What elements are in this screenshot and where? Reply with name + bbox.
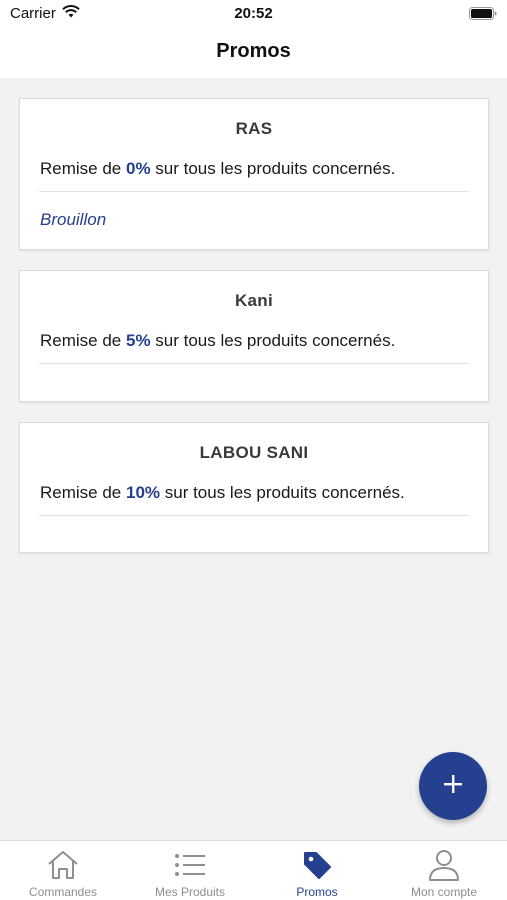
promo-name: RAS: [235, 119, 273, 138]
tab-label: Mon compte: [410, 885, 478, 899]
home-icon: [46, 849, 80, 881]
promo-name: Kani: [234, 291, 274, 310]
promo-percent: 10%: [125, 483, 161, 502]
promo-card[interactable]: RAS Remise de 0% sur tous les produits c…: [19, 98, 489, 250]
top-bar: Carrier 20:52 Promos: [0, 0, 507, 78]
promo-percent: 5%: [125, 331, 151, 350]
promo-desc-prefix: Remise de: [40, 159, 126, 178]
tab-label: Promos: [296, 885, 338, 899]
promo-name: LABOU SANI: [199, 443, 309, 462]
user-icon: [428, 849, 460, 881]
tab-bar: Commandes Mes Produits Promos Mon compte: [0, 840, 507, 900]
promo-desc-prefix: Remise de: [40, 483, 126, 502]
promo-desc-suffix: sur tous les produits concernés.: [150, 159, 396, 178]
promo-status: Brouillon: [40, 210, 107, 229]
tab-label: Commandes: [28, 885, 98, 899]
battery-icon: [469, 7, 497, 24]
tab-promos[interactable]: Promos: [254, 841, 380, 900]
list-icon: [174, 849, 206, 881]
tab-mon-compte[interactable]: Mon compte: [381, 841, 507, 900]
promo-percent: 0%: [125, 159, 151, 178]
tab-mes-produits[interactable]: Mes Produits: [127, 841, 253, 900]
promo-card[interactable]: LABOU SANI Remise de 10% sur tous les pr…: [19, 422, 489, 553]
tag-icon: [302, 849, 332, 881]
tab-label: Mes Produits: [154, 885, 226, 899]
promo-description: Remise de 10% sur tous les produits conc…: [40, 483, 405, 503]
add-promo-button[interactable]: [419, 752, 487, 820]
plus-icon: [442, 773, 464, 800]
promo-desc-suffix: sur tous les produits concernés.: [160, 483, 405, 502]
promo-card[interactable]: Kani Remise de 5% sur tous les produits …: [19, 270, 489, 402]
status-bar: Carrier 20:52: [0, 0, 507, 28]
promo-description: Remise de 5% sur tous les produits conce…: [40, 331, 395, 351]
page-title: Promos: [216, 40, 291, 62]
card-divider: [39, 515, 469, 516]
card-divider: [39, 191, 469, 192]
status-time: 20:52: [234, 5, 273, 22]
tab-commandes[interactable]: Commandes: [0, 841, 126, 900]
promo-description: Remise de 0% sur tous les produits conce…: [40, 159, 395, 179]
card-divider: [39, 363, 469, 364]
promo-desc-prefix: Remise de: [40, 331, 126, 350]
promo-desc-suffix: sur tous les produits concernés.: [150, 331, 396, 350]
